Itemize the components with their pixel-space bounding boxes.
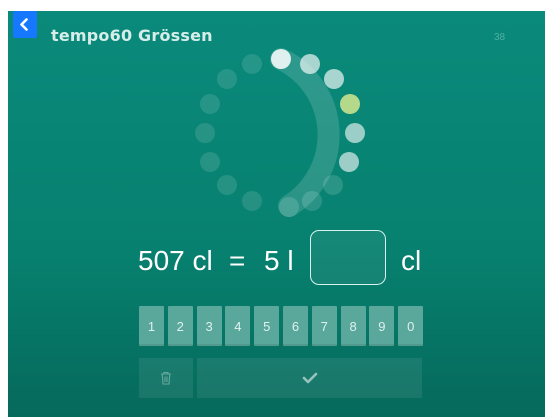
equation-unit: cl xyxy=(401,245,422,276)
timer-dot-highlight xyxy=(340,94,360,114)
timer-dot xyxy=(200,152,220,172)
timer-dot xyxy=(195,123,215,143)
timer-dot xyxy=(323,175,343,195)
answer-input[interactable] xyxy=(310,230,386,285)
key-6[interactable]: 6 xyxy=(283,306,308,346)
delete-button[interactable] xyxy=(139,358,193,398)
key-8[interactable]: 8 xyxy=(340,306,366,346)
timer-dot xyxy=(242,54,262,74)
timer-dot xyxy=(242,191,262,211)
timer-dot xyxy=(300,54,320,74)
checkmark-icon xyxy=(302,372,317,384)
timer-dot xyxy=(217,69,237,89)
timer-dot xyxy=(324,69,344,89)
timer-dot xyxy=(200,94,220,114)
key-9[interactable]: 9 xyxy=(369,306,395,346)
equation-equals-sign: = xyxy=(229,245,246,276)
key-0[interactable]: 0 xyxy=(398,306,424,346)
timer-dot xyxy=(217,175,237,195)
timer-dot xyxy=(302,191,322,211)
key-2[interactable]: 2 xyxy=(167,306,193,346)
key-3[interactable]: 3 xyxy=(196,306,222,346)
key-4[interactable]: 4 xyxy=(225,306,251,346)
submit-button[interactable] xyxy=(197,358,422,398)
equation-row: 507 cl = 5 l cl xyxy=(8,230,545,288)
timer-progress-track xyxy=(270,48,340,217)
timer-ring xyxy=(195,48,365,217)
key-1[interactable]: 1 xyxy=(139,306,164,346)
equation-middle-value: 5 l xyxy=(264,245,294,276)
trash-icon xyxy=(161,371,171,385)
equation-left-value: 507 cl xyxy=(138,245,213,276)
timer-dot xyxy=(279,197,299,217)
timer-dot xyxy=(339,152,359,172)
key-5[interactable]: 5 xyxy=(254,306,280,346)
timer-dot xyxy=(345,123,365,143)
key-7[interactable]: 7 xyxy=(311,306,337,346)
timer-dot xyxy=(271,49,291,69)
app-screen: tempo60 Grössen 38 507 cl = 5 l cl 1 2 3 xyxy=(8,11,545,417)
